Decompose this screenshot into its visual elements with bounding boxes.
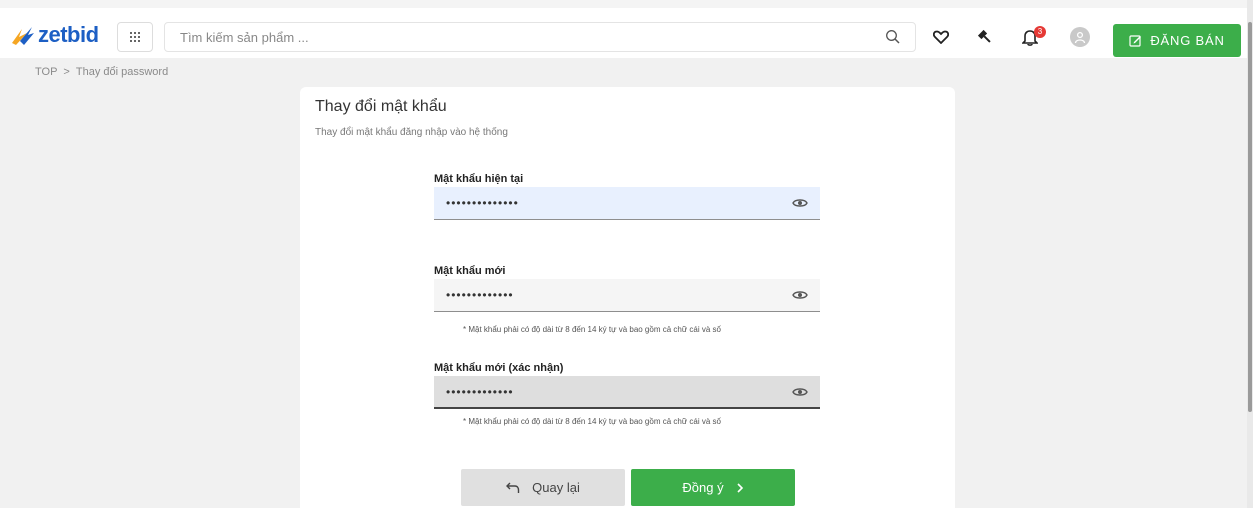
logo-mark-icon bbox=[12, 27, 34, 45]
sell-button[interactable]: ĐĂNG BÁN bbox=[1113, 24, 1241, 57]
back-button-label: Quay lại bbox=[532, 480, 580, 495]
logo[interactable]: zetbid bbox=[10, 22, 99, 48]
avatar[interactable] bbox=[1070, 27, 1090, 47]
page-title: Thay đổi mật khẩu bbox=[315, 98, 447, 115]
page-subtitle: Thay đổi mật khẩu đăng nhập vào hệ thống bbox=[315, 127, 508, 138]
gavel-icon bbox=[977, 29, 991, 43]
logo-text: zetbid bbox=[38, 22, 99, 47]
confirm-button-label: Đồng ý bbox=[682, 480, 724, 495]
grid-menu-icon bbox=[130, 32, 140, 42]
search-icon[interactable] bbox=[885, 29, 901, 45]
search-bar bbox=[164, 22, 916, 52]
new-password-label: Mật khẩu mới bbox=[434, 265, 506, 277]
eye-icon[interactable] bbox=[792, 197, 808, 209]
change-password-card: Thay đổi mật khẩu Thay đổi mật khẩu đăng… bbox=[300, 87, 955, 508]
confirm-password-field bbox=[434, 376, 820, 409]
page-scrollbar[interactable] bbox=[1247, 0, 1253, 508]
chevron-right-icon bbox=[737, 482, 743, 493]
heart-icon bbox=[933, 30, 949, 44]
confirm-password-input[interactable] bbox=[434, 376, 774, 408]
undo-icon bbox=[506, 482, 520, 493]
new-password-input[interactable] bbox=[434, 279, 774, 311]
favorites-button[interactable] bbox=[931, 27, 951, 47]
breadcrumb-current: Thay đổi password bbox=[75, 66, 169, 78]
back-button[interactable]: Quay lại bbox=[461, 469, 625, 506]
confirm-password-hint: * Mật khẩu phải có độ dài từ 8 đến 14 ký… bbox=[463, 417, 721, 426]
current-password-label: Mật khẩu hiện tại bbox=[434, 173, 524, 185]
search-input[interactable] bbox=[165, 23, 865, 51]
confirm-password-label: Mật khẩu mới (xác nhận) bbox=[434, 362, 564, 374]
current-password-field bbox=[434, 187, 820, 220]
confirm-button[interactable]: Đồng ý bbox=[631, 469, 795, 506]
auction-button[interactable] bbox=[975, 27, 995, 47]
user-avatar-icon bbox=[1074, 31, 1086, 43]
breadcrumb-home[interactable]: TOP bbox=[35, 66, 57, 78]
current-password-input[interactable] bbox=[434, 187, 774, 219]
scrollbar-thumb[interactable] bbox=[1248, 22, 1252, 412]
sell-button-label: ĐĂNG BÁN bbox=[1150, 33, 1225, 48]
new-password-field bbox=[434, 279, 820, 312]
breadcrumb: TOP > Thay đổi password bbox=[35, 66, 168, 78]
new-password-hint: * Mật khẩu phải có độ dài từ 8 đến 14 ký… bbox=[463, 325, 721, 334]
grid-menu-button[interactable] bbox=[117, 22, 153, 52]
edit-icon bbox=[1129, 35, 1142, 47]
eye-icon[interactable] bbox=[792, 386, 808, 398]
eye-icon[interactable] bbox=[792, 289, 808, 301]
notification-badge: 3 bbox=[1034, 26, 1046, 38]
breadcrumb-separator: > bbox=[63, 66, 70, 78]
top-header: zetbid Tìm kiếm sản phẩm ... 3 ĐĂNG BÁN bbox=[0, 0, 1253, 58]
